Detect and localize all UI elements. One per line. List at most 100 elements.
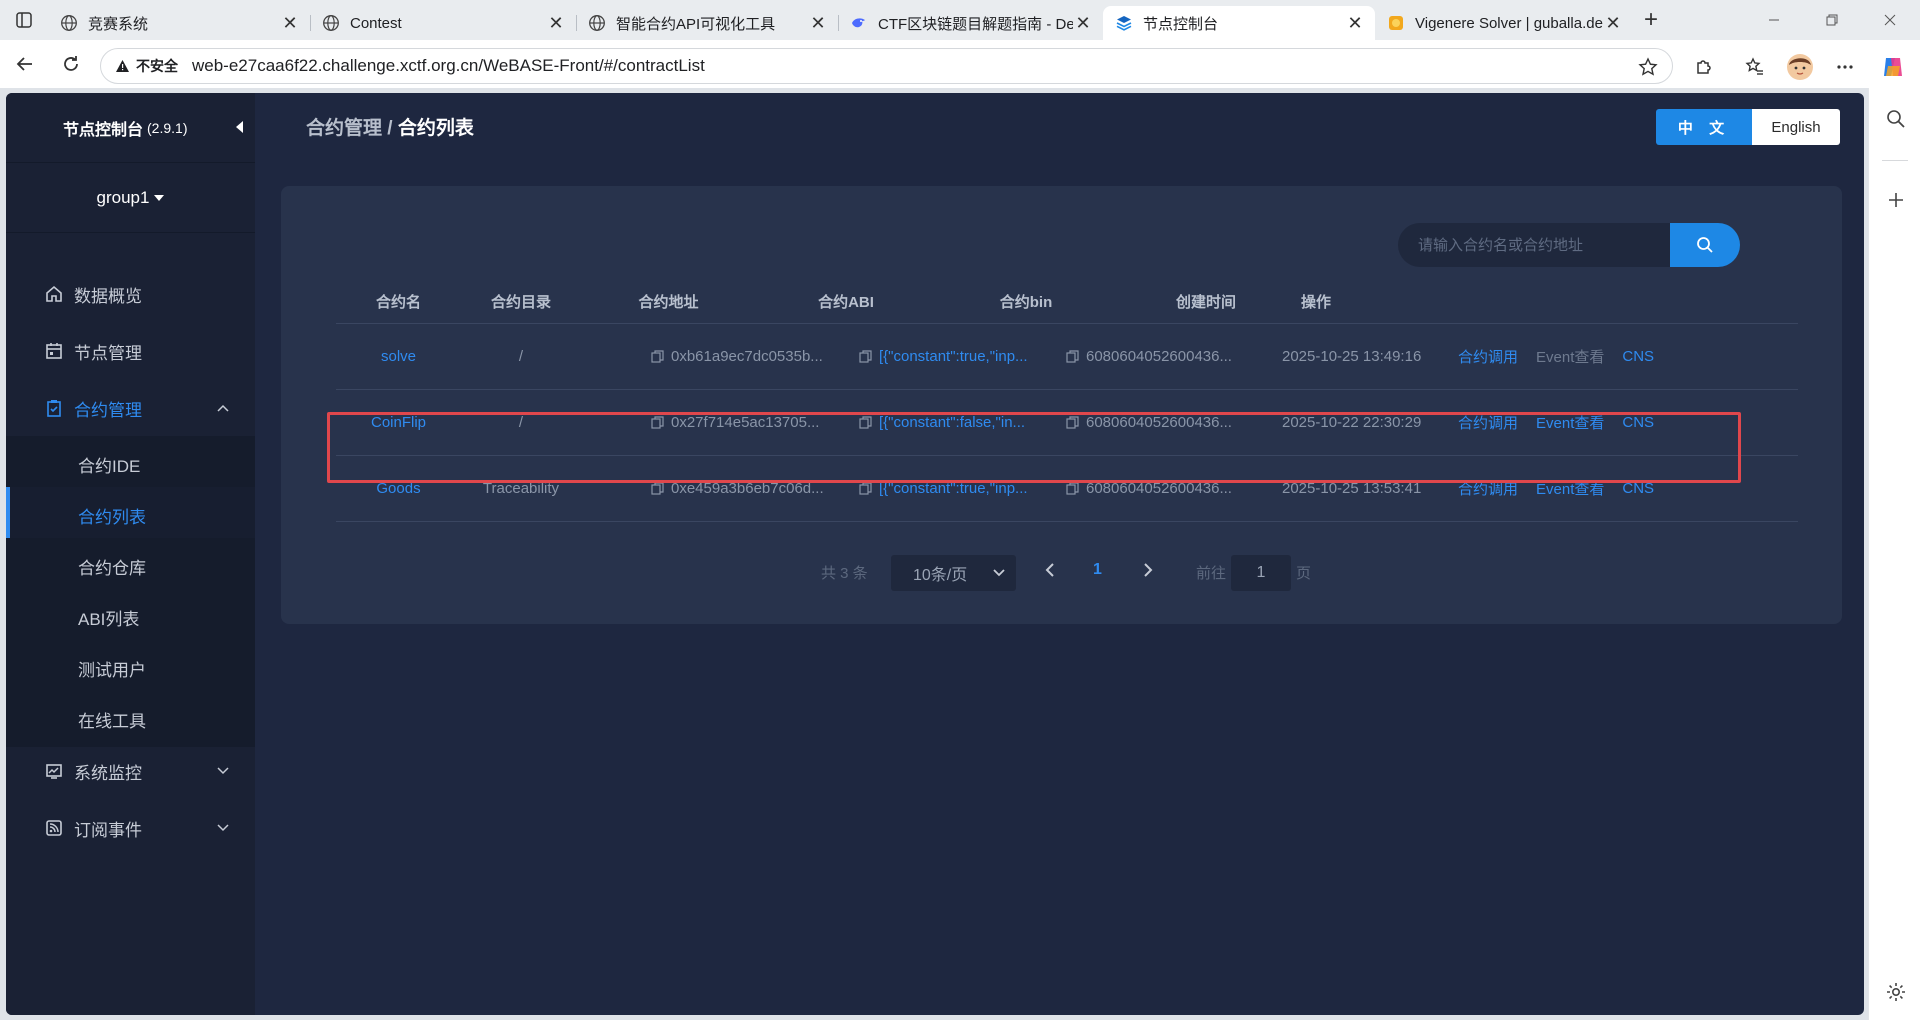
submenu-abi-list[interactable]: ABI列表: [6, 589, 255, 645]
menu-label: 订阅事件: [74, 820, 142, 840]
favorite-star-icon[interactable]: [1638, 57, 1658, 77]
tab-actions-icon: [16, 12, 32, 28]
goto-page-input[interactable]: 1: [1231, 555, 1291, 591]
column-header: 合约bin: [999, 293, 1053, 311]
reload-button[interactable]: [48, 41, 94, 87]
copy-icon[interactable]: [651, 482, 664, 495]
tab-title: 竞赛系统: [88, 15, 149, 33]
breadcrumb-parent[interactable]: 合约管理: [306, 118, 382, 139]
copy-icon[interactable]: [859, 482, 872, 495]
divider: [1882, 160, 1908, 161]
tab-actions-button[interactable]: [0, 0, 48, 40]
copy-icon[interactable]: [651, 350, 664, 363]
contract-call-link[interactable]: 合约调用: [1458, 346, 1518, 367]
back-button[interactable]: [2, 41, 48, 87]
page-number-current[interactable]: 1: [1093, 561, 1102, 579]
search-button[interactable]: [1670, 223, 1740, 267]
globe-icon: [61, 15, 77, 31]
table-row: solve / 0xb61a9ec7dc0535b... [{"constant…: [336, 324, 1798, 390]
menu-item-node-management[interactable]: 节点管理: [6, 323, 255, 379]
copy-icon[interactable]: [1066, 482, 1079, 495]
new-tab-button[interactable]: +: [1633, 0, 1669, 40]
close-icon: [1884, 14, 1896, 26]
caret-down-icon: [154, 194, 165, 201]
copilot-button[interactable]: [1874, 48, 1912, 86]
copy-icon[interactable]: [1066, 350, 1079, 363]
menu-item-system-monitor[interactable]: 系统监控: [6, 743, 255, 799]
profile-button[interactable]: [1781, 48, 1819, 86]
avatar: [1787, 54, 1813, 80]
close-window-button[interactable]: [1861, 0, 1919, 40]
more-menu-button[interactable]: [1826, 48, 1864, 86]
lang-chinese-button[interactable]: 中 文: [1656, 109, 1752, 145]
tab-title: 智能合约API可视化工具: [616, 15, 776, 33]
chevron-down-icon: [217, 824, 229, 832]
add-icon[interactable]: [1887, 191, 1905, 209]
contract-bin: 6080604052600436...: [1086, 348, 1232, 365]
cns-link[interactable]: CNS: [1622, 348, 1654, 365]
search-input[interactable]: [1398, 223, 1670, 267]
browser-tab-5-active[interactable]: 节点控制台 ✕: [1103, 6, 1375, 40]
column-header: 操作: [1300, 293, 1331, 311]
close-tab-icon[interactable]: ✕: [1603, 13, 1623, 33]
submenu-test-users[interactable]: 测试用户: [6, 640, 255, 696]
collapse-sidebar-icon[interactable]: [234, 120, 244, 134]
column-header: 合约目录: [490, 293, 551, 311]
prev-page-icon[interactable]: [1043, 562, 1057, 578]
browser-tab-2[interactable]: Contest ✕: [310, 6, 577, 40]
page-size-value: 10条/页: [913, 567, 968, 584]
close-tab-icon[interactable]: ✕: [1073, 13, 1093, 33]
close-tab-icon[interactable]: ✕: [1345, 13, 1365, 33]
submenu-label: 合约列表: [78, 507, 146, 527]
menu-label: 节点管理: [74, 343, 142, 363]
menu-label: 合约管理: [74, 400, 142, 420]
browser-tab-6[interactable]: Vigenere Solver | guballa.de ✕: [1375, 6, 1633, 40]
close-tab-icon[interactable]: ✕: [280, 13, 300, 33]
column-header: 创建时间: [1175, 293, 1236, 311]
chevron-down-icon: [217, 767, 229, 775]
submenu-contract-repository[interactable]: 合约仓库: [6, 538, 255, 594]
settings-gear-icon[interactable]: [1885, 981, 1907, 1003]
url-text: web-e27caa6f22.challenge.xctf.org.cn/WeB…: [192, 56, 705, 75]
contract-name-link[interactable]: solve: [381, 348, 416, 365]
restore-button[interactable]: [1803, 0, 1861, 40]
menu-label: 系统监控: [74, 763, 142, 783]
calendar-icon: [46, 343, 62, 359]
clipboard-check-icon: [47, 400, 61, 417]
submenu-online-tools[interactable]: 在线工具: [6, 691, 255, 747]
brand: 节点控制台 (2.9.1): [6, 93, 255, 163]
webase-app: 节点控制台 (2.9.1) group1 数据概览 节点管理 合约管理 合约ID…: [6, 93, 1864, 1015]
security-label: 不安全: [136, 58, 178, 74]
next-page-icon[interactable]: [1141, 562, 1155, 578]
close-tab-icon[interactable]: ✕: [808, 13, 828, 33]
search-icon[interactable]: [1886, 109, 1906, 129]
site-info-button[interactable]: 不安全: [101, 56, 178, 76]
copy-icon[interactable]: [859, 350, 872, 363]
tab-title: Contest: [350, 14, 402, 32]
submenu-label: 合约IDE: [78, 456, 141, 476]
submenu-contract-ide[interactable]: 合约IDE: [6, 436, 255, 492]
group-selector[interactable]: group1: [6, 163, 255, 233]
submenu-contract-list[interactable]: 合约列表: [6, 487, 255, 543]
extensions-button[interactable]: [1685, 48, 1723, 86]
browser-tab-4[interactable]: CTF区块链题目解题指南 - De ✕: [838, 6, 1103, 40]
close-tab-icon[interactable]: ✕: [546, 13, 566, 33]
submenu-label: 测试用户: [78, 660, 146, 680]
browser-tab-1[interactable]: 竞赛系统 ✕: [48, 6, 311, 40]
menu-item-data-overview[interactable]: 数据概览: [6, 266, 255, 322]
column-header: 合约ABI: [818, 293, 874, 311]
menu-item-subscribe-events[interactable]: 订阅事件: [6, 800, 255, 856]
chevron-down-icon: [993, 569, 1005, 577]
breadcrumb: 合约管理 / 合约列表: [306, 113, 474, 140]
minimize-button[interactable]: [1745, 0, 1803, 40]
favorites-button[interactable]: [1736, 48, 1774, 86]
menu-item-contract-management[interactable]: 合约管理: [6, 380, 255, 436]
lang-english-button[interactable]: English: [1752, 109, 1840, 145]
page-size-select[interactable]: 10条/页: [891, 555, 1016, 591]
url-field[interactable]: 不安全 web-e27caa6f22.challenge.xctf.org.cn…: [100, 48, 1673, 84]
contract-abi-link[interactable]: [{"constant":true,"inp...: [879, 348, 1028, 365]
contract-dir: /: [518, 348, 524, 365]
column-header: 合约名: [375, 293, 421, 311]
warning-triangle-icon: [116, 60, 129, 72]
browser-tab-3[interactable]: 智能合约API可视化工具 ✕: [576, 6, 839, 40]
